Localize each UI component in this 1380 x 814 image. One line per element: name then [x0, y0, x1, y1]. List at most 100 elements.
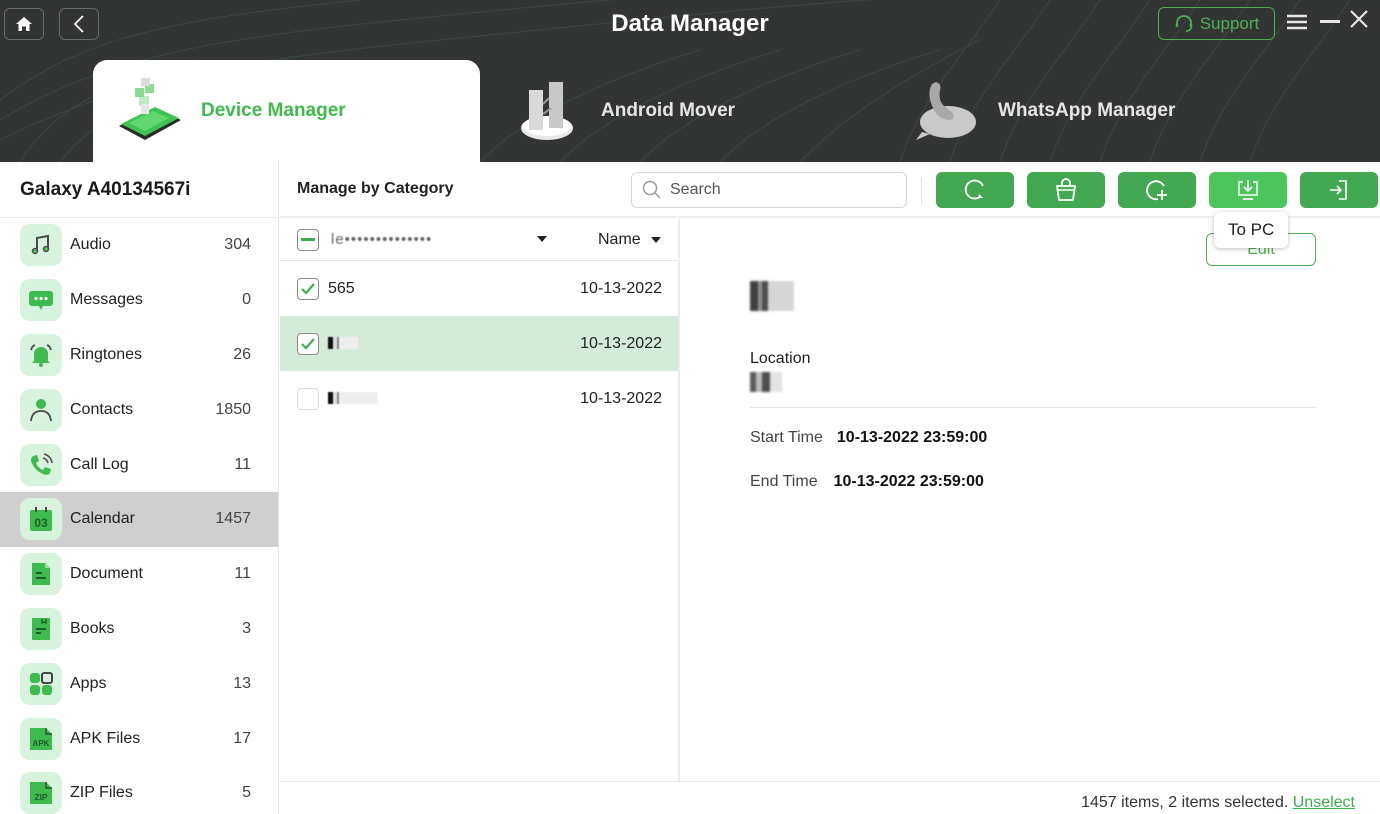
to-device-button[interactable] — [1300, 172, 1378, 208]
event-list-panel: le•••••••••••••• Name 565 10-13-2022 10-… — [280, 219, 680, 781]
caret-down-icon — [650, 237, 661, 243]
sidebar-item-label: Document — [70, 565, 143, 583]
status-text-wrap: 1457 items, 2 items selected. Unselect — [1081, 794, 1355, 812]
close-button[interactable] — [1350, 10, 1368, 33]
list-item[interactable]: 10-13-2022 — [280, 316, 678, 371]
tab-device-manager[interactable]: Device Manager — [93, 60, 480, 162]
minimize-button[interactable] — [1320, 20, 1340, 23]
tab-android-mover[interactable]: Android Mover — [515, 60, 875, 162]
sidebar-item-contacts[interactable]: Contacts 1850 — [0, 382, 278, 437]
sort-by-name-dropdown[interactable]: Name — [598, 231, 661, 249]
list-item[interactable]: 565 10-13-2022 — [280, 261, 678, 316]
selection-status: 1457 items, 2 items selected. — [1081, 794, 1289, 811]
search-input[interactable] — [670, 181, 890, 199]
status-bar: 1457 items, 2 items selected. Unselect — [280, 781, 1380, 814]
search-icon — [642, 180, 661, 199]
refresh-icon — [964, 179, 984, 200]
indeterminate-icon — [301, 237, 315, 241]
add-circle-icon — [1146, 180, 1167, 201]
tab-label: WhatsApp Manager — [998, 100, 1176, 121]
sidebar-item-label: Apps — [70, 674, 107, 692]
sidebar-item-document[interactable]: Document 11 — [0, 547, 278, 602]
sidebar-item-ringtones[interactable]: Ringtones 26 — [0, 328, 278, 383]
sidebar-item-label: Contacts — [70, 400, 134, 418]
sidebar-item-count: 1457 — [215, 510, 251, 528]
sidebar-item-label: Audio — [70, 236, 111, 254]
tab-label: Device Manager — [201, 100, 346, 121]
redacted-text — [328, 337, 358, 350]
whatsapp-manager-icon — [916, 82, 976, 140]
sidebar-item-audio[interactable]: Audio 304 — [0, 218, 278, 273]
event-title-redacted — [750, 281, 794, 311]
row-checkbox[interactable] — [297, 332, 319, 355]
unselect-link[interactable]: Unselect — [1293, 794, 1355, 811]
manage-by-category-title: Manage by Category — [297, 180, 454, 197]
android-mover-icon — [521, 82, 573, 140]
end-time-label: End Time — [750, 473, 818, 490]
sidebar-item-label: Messages — [70, 291, 143, 309]
location-value-redacted — [750, 372, 782, 392]
bell-icon — [20, 333, 62, 376]
hamburger-icon — [1287, 14, 1307, 30]
to-pc-button[interactable] — [1209, 172, 1287, 208]
start-time-label: Start Time — [750, 429, 823, 446]
apps-grid-icon — [20, 662, 62, 705]
sidebar-item-label: Ringtones — [70, 345, 143, 363]
start-time-row: Start Time 10-13-2022 23:59:00 — [750, 429, 987, 447]
checkmark-icon — [301, 282, 315, 295]
download-to-pc-icon — [1238, 180, 1258, 200]
headset-icon — [1175, 14, 1192, 32]
sidebar-item-messages[interactable]: Messages 0 — [0, 273, 278, 328]
detail-divider — [750, 407, 1316, 408]
svg-text:03: 03 — [34, 516, 48, 530]
support-button[interactable]: Support — [1158, 7, 1275, 40]
import-to-device-icon — [1330, 180, 1347, 200]
person-icon — [20, 388, 62, 431]
menu-button[interactable] — [1287, 14, 1307, 35]
sidebar-item-count: 11 — [234, 455, 251, 473]
select-all-checkbox[interactable] — [297, 228, 319, 251]
row-checkbox[interactable] — [297, 387, 319, 410]
to-pc-tooltip: To PC — [1214, 212, 1289, 248]
sidebar-item-label: ZIP Files — [70, 784, 133, 802]
account-filter-dropdown[interactable]: le•••••••••••••• — [331, 231, 432, 248]
row-name: 565 — [328, 279, 355, 297]
support-label: Support — [1199, 13, 1260, 33]
tab-whatsapp-manager[interactable]: WhatsApp Manager — [912, 60, 1312, 162]
row-date: 10-13-2022 — [580, 279, 662, 297]
apk-file-icon: APK — [20, 717, 62, 760]
add-button[interactable] — [1118, 172, 1196, 208]
sidebar-item-calendar[interactable]: 03 Calendar 1457 — [0, 491, 278, 547]
end-time-row: End Time 10-13-2022 23:59:00 — [750, 473, 984, 491]
sidebar-item-zip-files[interactable]: ZIP ZIP Files 5 — [0, 766, 278, 814]
row-name-redacted — [328, 335, 580, 353]
sidebar-item-apk-files[interactable]: APK APK Files 17 — [0, 711, 278, 766]
search-box[interactable] — [631, 172, 907, 208]
row-date: 10-13-2022 — [580, 334, 662, 352]
sidebar-item-apps[interactable]: Apps 13 — [0, 656, 278, 711]
device-name: Galaxy A40134567i — [0, 162, 278, 218]
phone-call-icon — [20, 443, 62, 486]
sidebar-item-books[interactable]: Books 3 — [0, 602, 278, 657]
refresh-button[interactable] — [936, 172, 1014, 208]
row-checkbox[interactable] — [297, 277, 319, 300]
category-list: Audio 304 Messages 0 Ringtones 26 Contac… — [0, 218, 278, 814]
sidebar-item-count: 304 — [224, 236, 251, 254]
toolbar-divider — [921, 178, 922, 204]
event-detail-panel: Edit Location Start Time 10-13-2022 23:5… — [682, 219, 1380, 781]
sidebar-item-label: Call Log — [70, 455, 129, 473]
sidebar-item-count: 3 — [242, 619, 251, 637]
sidebar-item-label: Calendar — [70, 510, 135, 528]
list-item[interactable]: 10-13-2022 — [280, 371, 678, 426]
sidebar-item-call-log[interactable]: Call Log 11 — [0, 437, 278, 492]
svg-text:ZIP: ZIP — [34, 792, 48, 802]
svg-text:APK: APK — [33, 739, 50, 748]
tab-label: Android Mover — [601, 100, 736, 121]
sidebar-item-count: 26 — [233, 345, 251, 363]
sidebar-item-count: 0 — [242, 291, 251, 309]
close-icon — [1350, 10, 1368, 28]
delete-button[interactable] — [1027, 172, 1105, 208]
row-date: 10-13-2022 — [580, 389, 662, 407]
location-label: Location — [750, 350, 811, 367]
category-sidebar: Galaxy A40134567i Audio 304 Messages 0 R… — [0, 162, 279, 814]
